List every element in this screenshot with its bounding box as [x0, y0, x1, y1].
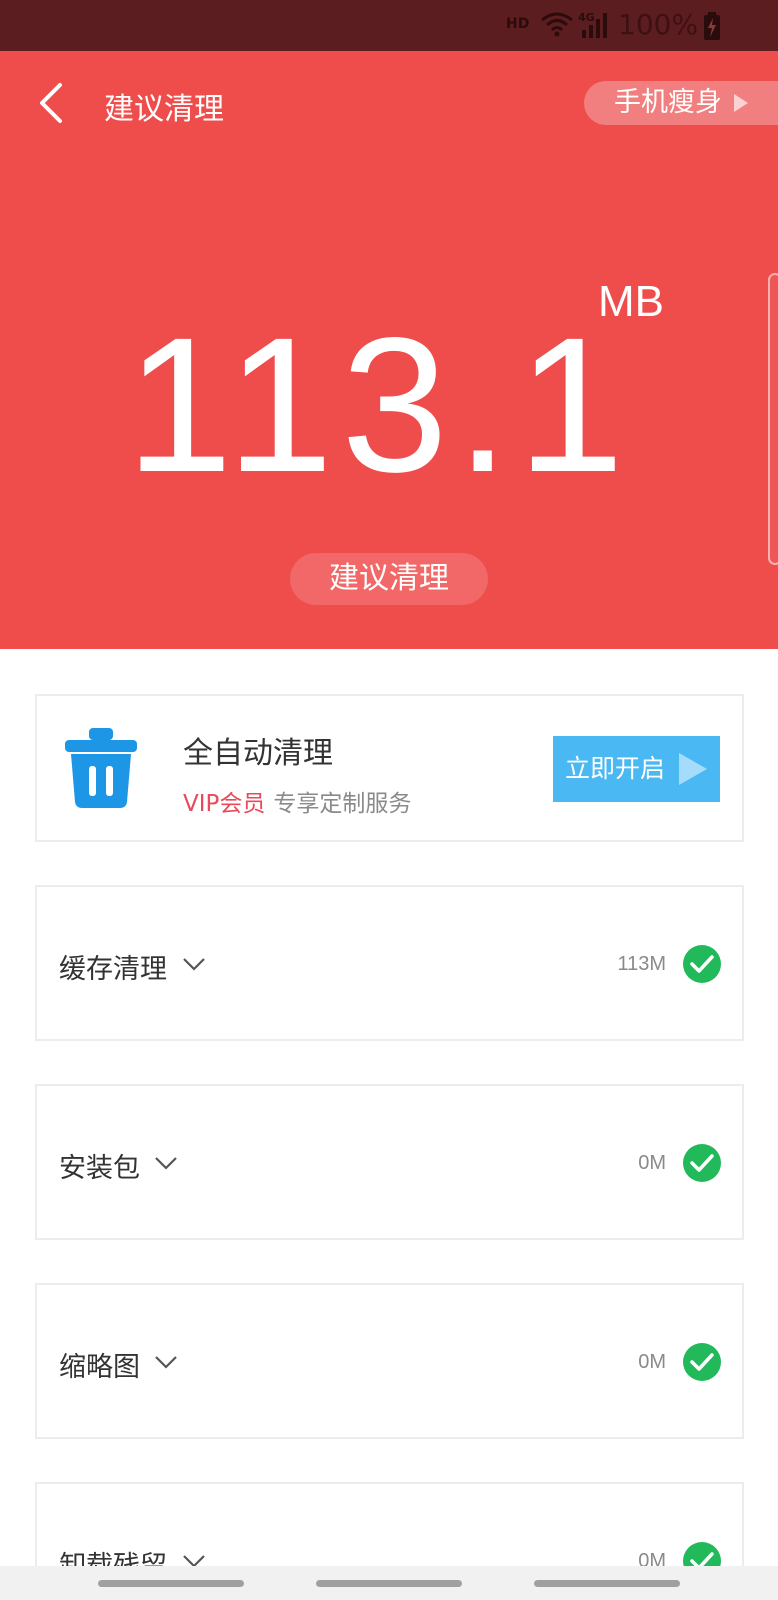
vip-description: 专享定制服务 — [273, 791, 412, 817]
category-label: 安装包 — [59, 1153, 140, 1184]
cell-signal-icon: 4G — [578, 11, 607, 38]
battery-charging-icon — [704, 12, 720, 40]
category-size: 113M — [617, 953, 666, 975]
wifi-icon — [541, 12, 573, 37]
junk-size-unit: MB — [598, 277, 664, 326]
start-now-label: 立即开启 — [565, 754, 666, 783]
play-arrow-icon — [734, 94, 748, 112]
auto-clean-title: 全自动清理 — [183, 736, 333, 771]
nav-home-button[interactable] — [316, 1580, 462, 1587]
check-circle-icon[interactable] — [683, 945, 721, 983]
play-icon — [679, 753, 707, 785]
chevron-down-icon[interactable] — [153, 1353, 179, 1371]
auto-clean-vip-card: 全自动清理 VIP会员 专享定制服务 立即开启 — [35, 694, 744, 842]
nav-recents-button[interactable] — [98, 1580, 244, 1587]
vip-subtitle: VIP会员 专享定制服务 — [183, 784, 411, 818]
side-scroll-handle[interactable] — [768, 273, 778, 565]
signal-4g-label: 4G — [578, 11, 595, 24]
vip-member-badge: VIP会员 — [183, 791, 266, 817]
page-title: 建议清理 — [104, 92, 224, 127]
category-label: 缓存清理 — [59, 954, 167, 985]
junk-size-value: 113.1 — [125, 297, 633, 512]
category-install-packages[interactable]: 安装包 0M — [35, 1084, 744, 1240]
network-hd-label: HD — [506, 16, 530, 32]
back-arrow-icon[interactable] — [36, 81, 68, 125]
phone-slim-button[interactable]: 手机瘦身 — [584, 81, 778, 125]
category-size: 0M — [638, 1351, 666, 1373]
check-circle-icon[interactable] — [683, 1144, 721, 1182]
category-cache[interactable]: 缓存清理 113M — [35, 885, 744, 1041]
category-label: 缩略图 — [59, 1352, 140, 1383]
nav-back-button[interactable] — [534, 1580, 680, 1587]
system-navigation-bar — [0, 1566, 778, 1600]
category-size: 0M — [638, 1152, 666, 1174]
status-bar: HD 4G 100% — [0, 0, 778, 51]
battery-percent: 100% — [618, 8, 699, 41]
phone-slim-label: 手机瘦身 — [614, 87, 722, 118]
cleanup-summary-panel: 建议清理 手机瘦身 113.1 MB 建议清理 — [0, 51, 778, 649]
start-now-button[interactable]: 立即开启 — [553, 736, 720, 802]
chevron-down-icon[interactable] — [181, 955, 207, 973]
suggest-clean-button[interactable]: 建议清理 — [290, 553, 488, 605]
category-thumbnails[interactable]: 缩略图 0M — [35, 1283, 744, 1439]
trash-icon — [65, 728, 137, 808]
chevron-down-icon[interactable] — [153, 1154, 179, 1172]
check-circle-icon[interactable] — [683, 1343, 721, 1381]
